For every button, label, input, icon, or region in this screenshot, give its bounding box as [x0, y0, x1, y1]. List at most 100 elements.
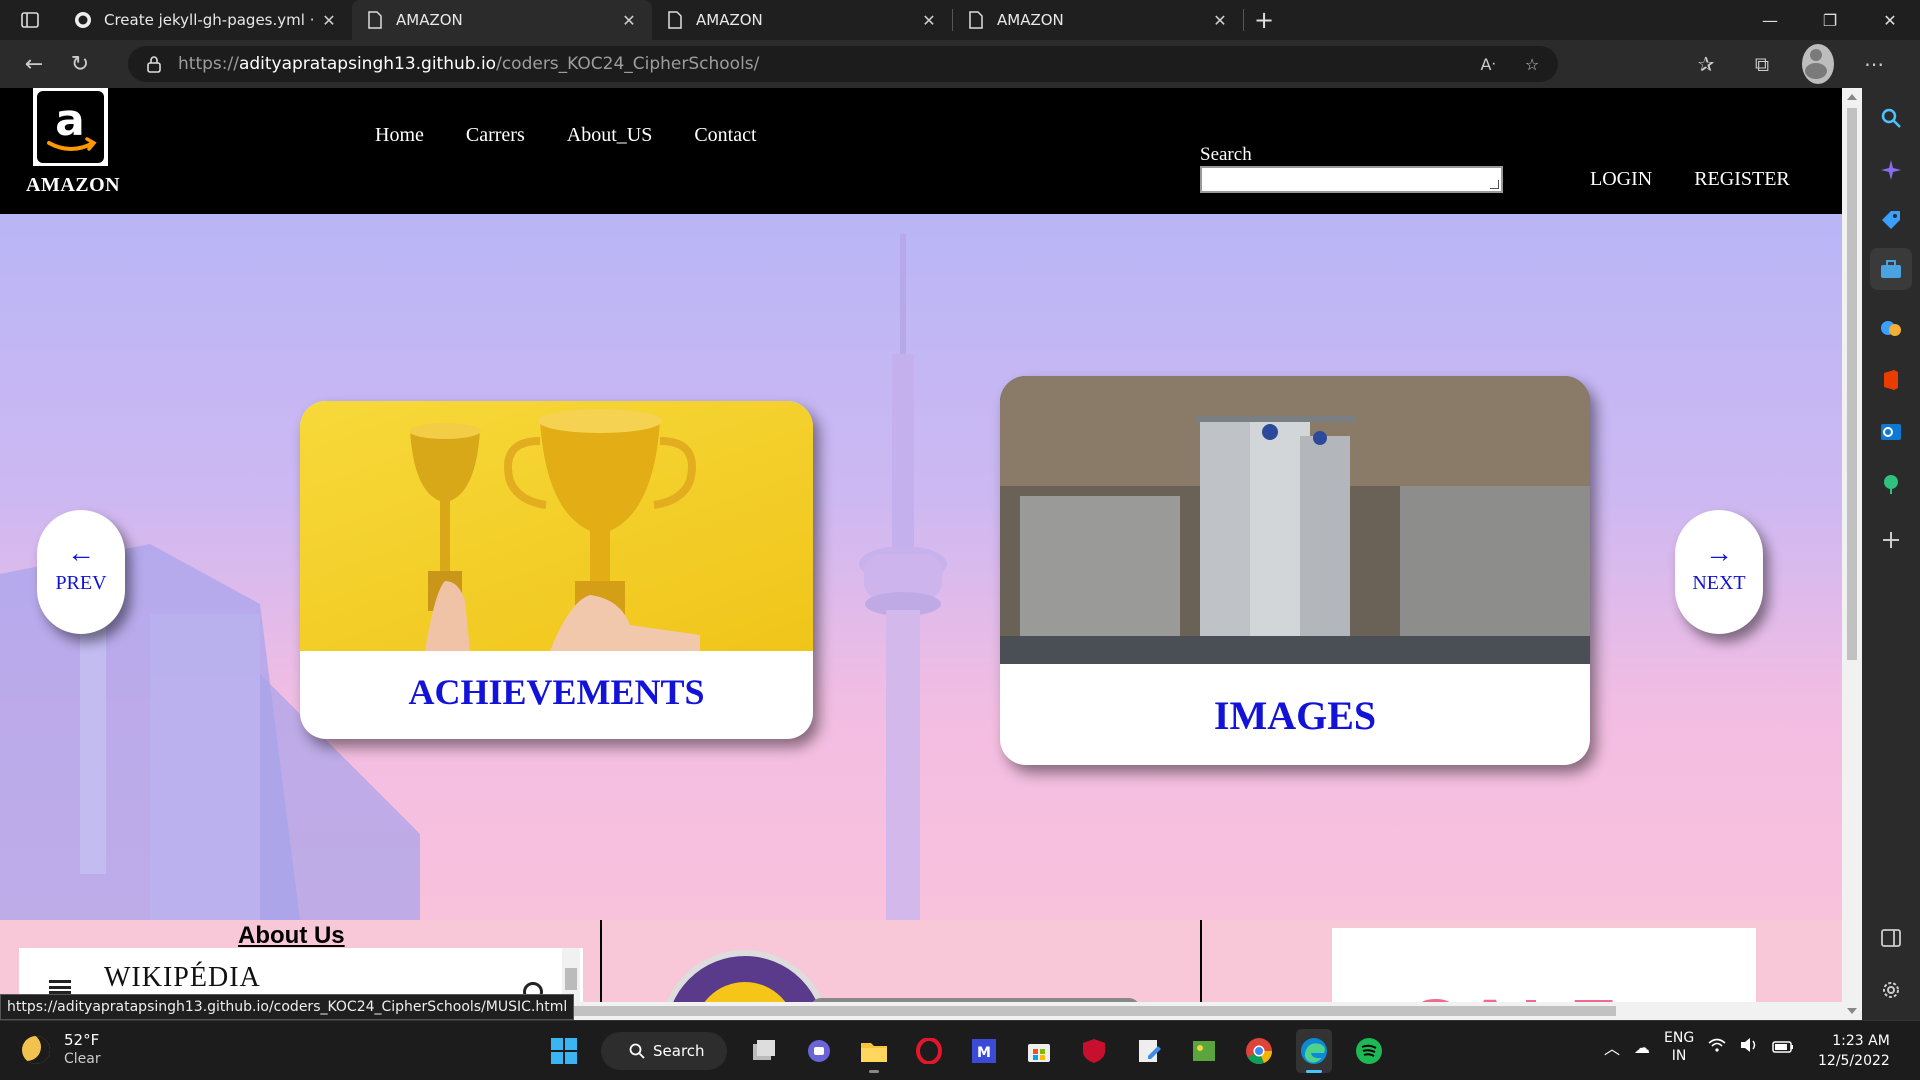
- tab-amazon-2[interactable]: AMAZON ✕: [652, 0, 952, 40]
- add-favorite-icon[interactable]: ☆: [1520, 52, 1544, 76]
- profile-button[interactable]: [1802, 44, 1834, 84]
- read-aloud-icon[interactable]: Aᐧ: [1476, 52, 1500, 76]
- brand-name: AMAZON: [26, 174, 121, 196]
- collections-icon[interactable]: ⧉: [1746, 44, 1778, 84]
- opera-button[interactable]: [911, 1029, 947, 1073]
- teams-chat-button[interactable]: [801, 1029, 837, 1073]
- spotify-button[interactable]: [1351, 1029, 1387, 1073]
- file-explorer-button[interactable]: [856, 1029, 892, 1073]
- hide-sidebar-icon[interactable]: [1879, 926, 1903, 950]
- scrollbar-thumb[interactable]: [546, 1006, 1616, 1016]
- tab-github[interactable]: Create jekyll-gh-pages.yml · adity ✕: [60, 0, 352, 40]
- copilot-sparkle-icon[interactable]: [1879, 158, 1903, 182]
- taskbar-apps: Search M: [546, 1029, 1387, 1073]
- tab-amazon-active[interactable]: AMAZON ✕: [352, 0, 652, 40]
- store-icon: [1028, 1044, 1050, 1062]
- wikipedia-wordmark: WIKIPÉDIA: [104, 962, 261, 993]
- minimize-icon: —: [1762, 10, 1778, 30]
- city-photo: [1000, 376, 1590, 664]
- onedrive-cloud-icon[interactable]: ☁: [1634, 1038, 1650, 1057]
- start-button[interactable]: [546, 1029, 582, 1073]
- wifi-icon[interactable]: [1708, 1037, 1726, 1057]
- nav-contact[interactable]: Contact: [694, 124, 756, 147]
- battery-icon[interactable]: [1772, 1038, 1794, 1057]
- active-indicator: [1306, 1070, 1322, 1073]
- chrome-button[interactable]: [1241, 1029, 1277, 1073]
- notepad-button[interactable]: [1131, 1029, 1167, 1073]
- shopping-tag-icon[interactable]: [1879, 208, 1903, 232]
- tab-title: AMAZON: [997, 11, 1064, 29]
- nav-home[interactable]: Home: [375, 124, 424, 147]
- page-viewport: a AMAZON Home Carrers About_US Contact S…: [0, 88, 1842, 1020]
- task-view-icon: [753, 1040, 775, 1060]
- office-icon[interactable]: [1879, 368, 1903, 392]
- minimize-button[interactable]: —: [1740, 0, 1800, 40]
- address-bar-actions: Aᐧ ☆: [1476, 52, 1544, 76]
- restore-button[interactable]: ❐: [1800, 0, 1860, 40]
- close-window-button[interactable]: ✕: [1860, 0, 1920, 40]
- nav-carrers[interactable]: Carrers: [466, 124, 525, 147]
- hamburger-menu-icon[interactable]: [49, 980, 71, 994]
- auth-links: LOGIN REGISTER: [1590, 168, 1790, 191]
- vertical-scrollbar[interactable]: [1842, 88, 1862, 1020]
- restore-icon: ❐: [1822, 10, 1838, 30]
- nav-about-us[interactable]: About_US: [567, 124, 653, 147]
- search-label: Search: [1200, 144, 1252, 165]
- taskbar-clock[interactable]: 1:23 AM 12/5/2022: [1818, 1031, 1890, 1071]
- store-button[interactable]: [1021, 1029, 1057, 1073]
- settings-gear-icon[interactable]: [1879, 978, 1903, 1002]
- tab-amazon-3[interactable]: AMAZON ✕: [953, 0, 1243, 40]
- achievements-card[interactable]: ACHIEVEMENTS: [300, 401, 813, 739]
- lang-secondary: IN: [1671, 1048, 1687, 1064]
- refresh-button[interactable]: ↻: [58, 44, 102, 84]
- search-icon[interactable]: [1879, 106, 1903, 130]
- tree-icon[interactable]: [1879, 472, 1903, 496]
- url-path: /coders_KOC24_CipherSchools/: [496, 54, 760, 74]
- edge-button[interactable]: [1296, 1029, 1332, 1073]
- images-card[interactable]: IMAGES: [1000, 376, 1590, 765]
- outlook-icon[interactable]: [1879, 420, 1903, 444]
- close-icon[interactable]: ✕: [1211, 11, 1229, 30]
- scroll-down-icon[interactable]: [1847, 1008, 1857, 1014]
- vscode-like-app-button[interactable]: M: [966, 1029, 1002, 1073]
- weather-widget[interactable]: 52°F Clear: [22, 1031, 101, 1069]
- svg-text:a: a: [55, 95, 85, 146]
- task-view-button[interactable]: [746, 1029, 782, 1073]
- weather-temp: 52°F: [64, 1031, 100, 1049]
- paint-button[interactable]: [1186, 1029, 1222, 1073]
- search-input[interactable]: [1200, 166, 1503, 193]
- more-options-icon[interactable]: ⋯: [1858, 44, 1890, 84]
- notepad-icon: [1139, 1040, 1161, 1062]
- tab-actions-icon: [21, 12, 39, 28]
- windows-logo-icon: [551, 1038, 577, 1064]
- taskbar-search[interactable]: Search: [601, 1032, 727, 1070]
- scrollbar-thumb[interactable]: [1847, 108, 1857, 660]
- language-indicator[interactable]: ENG IN: [1664, 1029, 1694, 1065]
- chevron-up-icon[interactable]: ︿: [1604, 1035, 1620, 1059]
- next-button[interactable]: → NEXT: [1675, 510, 1763, 634]
- window-controls: — ❐ ✕: [1740, 0, 1920, 40]
- register-link[interactable]: REGISTER: [1694, 168, 1790, 191]
- plus-icon[interactable]: [1879, 528, 1903, 552]
- prev-button[interactable]: ← PREV: [37, 510, 125, 634]
- address-bar[interactable]: https://adityapratapsingh13.github.io/co…: [128, 46, 1558, 82]
- close-icon[interactable]: ✕: [920, 11, 938, 30]
- scroll-up-icon[interactable]: [1847, 94, 1857, 100]
- windows-taskbar: 52°F Clear Search M ︿ ☁ ENG IN 1:23 AM 1…: [0, 1020, 1920, 1080]
- mcafee-button[interactable]: [1076, 1029, 1112, 1073]
- close-icon[interactable]: ✕: [620, 11, 638, 30]
- favorites-icon[interactable]: ✰: [1690, 44, 1722, 84]
- login-link[interactable]: LOGIN: [1590, 168, 1652, 191]
- tab-actions-button[interactable]: [0, 0, 60, 40]
- moon-icon: [22, 1036, 50, 1064]
- back-button[interactable]: ←: [12, 44, 56, 84]
- close-icon[interactable]: ✕: [320, 11, 338, 30]
- status-bar-url: https://adityapratapsingh13.github.io/co…: [0, 994, 575, 1020]
- games-icon[interactable]: [1879, 316, 1903, 340]
- volume-icon[interactable]: [1740, 1037, 1758, 1057]
- horizontal-scrollbar[interactable]: [540, 1002, 1842, 1020]
- new-tab-button[interactable]: +: [1244, 0, 1284, 40]
- amazon-logo[interactable]: a: [33, 88, 108, 166]
- tools-button[interactable]: [1870, 248, 1912, 290]
- prev-label: PREV: [55, 572, 107, 594]
